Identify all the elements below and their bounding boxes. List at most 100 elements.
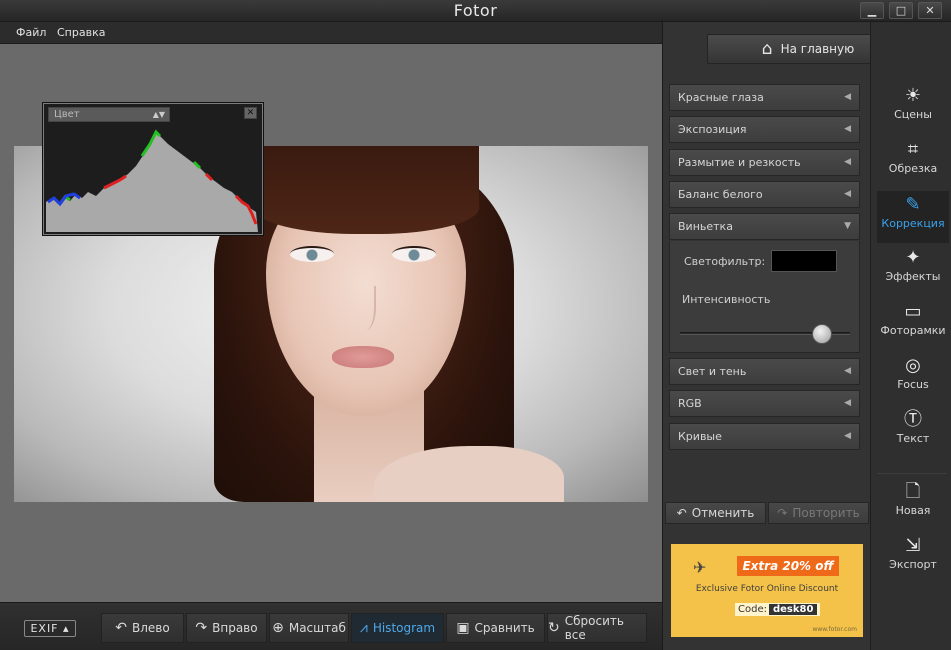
tool-crop[interactable]: ⌗ Обрезка: [877, 136, 949, 188]
menu-help[interactable]: Справка: [57, 26, 105, 39]
tool-crop-label: Обрезка: [888, 162, 938, 175]
tool-effects[interactable]: ✦ Эффекты: [877, 244, 949, 296]
histogram-luminance-area: [46, 132, 258, 232]
tool-effects-label: Эффекты: [885, 270, 941, 283]
airplane-icon: ✈: [693, 558, 707, 577]
section-vignette[interactable]: Виньетка ▼: [669, 213, 860, 240]
reset-all-button[interactable]: ↻ Сбросить все: [547, 613, 647, 643]
menu-file[interactable]: Файл: [16, 26, 46, 39]
compare-button[interactable]: ▣ Сравнить: [446, 613, 545, 643]
tool-scenes[interactable]: ☀ Сцены: [877, 82, 949, 134]
intensity-slider-thumb[interactable]: [812, 324, 832, 344]
photo-nose: [356, 286, 376, 330]
maximize-button[interactable]: □: [889, 2, 913, 19]
histogram-channel-value: Цвет: [54, 109, 80, 120]
redo-label: Повторить: [792, 506, 860, 520]
collapse-arrow-icon: ◀: [844, 124, 851, 134]
undo-button[interactable]: ↶ Отменить: [665, 502, 766, 524]
section-white-balance[interactable]: Баланс белого ◀: [669, 181, 860, 208]
minimize-button[interactable]: ▁: [860, 2, 884, 19]
promo-code-value: desk80: [768, 604, 818, 615]
section-blur-sharpness[interactable]: Размытие и резкость ◀: [669, 149, 860, 176]
tool-export[interactable]: ⇲ Экспорт: [877, 532, 949, 584]
section-curves[interactable]: Кривые ◀: [669, 423, 860, 450]
section-curves-label: Кривые: [678, 430, 722, 443]
rotate-left-label: Влево: [132, 621, 170, 635]
histogram-channel-select[interactable]: Цвет ▲▼: [48, 107, 170, 122]
tool-focus[interactable]: ◎ Focus: [877, 352, 949, 404]
app-title: Fotor: [453, 1, 498, 20]
reset-all-label: Сбросить все: [564, 614, 624, 642]
tool-frames-label: Фоторамки: [880, 324, 946, 337]
promo-banner[interactable]: ✈ Extra 20% off Exclusive Fotor Online D…: [671, 544, 863, 637]
collapse-arrow-icon: ◀: [844, 157, 851, 167]
section-blur-sharpness-label: Размытие и резкость: [678, 156, 801, 169]
photo-eye-left: [290, 246, 334, 262]
rotate-left-icon: ↶: [115, 620, 128, 636]
section-light-shadow[interactable]: Свет и тень ◀: [669, 358, 860, 385]
tool-text[interactable]: Ⓣ Текст: [877, 406, 949, 458]
section-rgb[interactable]: RGB ◀: [669, 390, 860, 417]
histogram-close-button[interactable]: ✕: [244, 107, 257, 119]
adjustment-panel: ⌂ На главную Красные глаза ◀ Экспозиция …: [662, 22, 909, 650]
rotate-right-button[interactable]: ↷ Вправо: [186, 613, 267, 643]
bottom-toolbar: EXIF ▴ ↶ Влево ↷ Вправо ⊕ Масштаб ⩘ Hist…: [0, 602, 662, 650]
frame-icon: ▭: [904, 301, 922, 322]
title-bar: Fotor ▁ □ ✕: [0, 0, 951, 22]
tool-correction[interactable]: ✎ Коррекция: [877, 191, 949, 243]
sparkle-icon: ✦: [905, 247, 921, 268]
zoom-label: Масштаб: [288, 621, 346, 635]
promo-offer: Extra 20% off: [737, 556, 839, 576]
image-canvas[interactable]: Цвет ▲▼ ✕: [0, 44, 662, 602]
rotate-left-button[interactable]: ↶ Влево: [101, 613, 184, 643]
redo-button[interactable]: ↷ Повторить: [768, 502, 869, 524]
tool-focus-label: Focus: [897, 378, 929, 391]
photo-lips: [332, 346, 394, 368]
focus-icon: ◎: [905, 355, 921, 376]
histogram-label: Histogram: [372, 621, 436, 635]
zoom-button[interactable]: ⊕ Масштаб: [269, 613, 349, 643]
undo-icon: ↶: [676, 506, 687, 520]
tool-correction-label: Коррекция: [881, 217, 945, 230]
tool-scenes-label: Сцены: [894, 108, 932, 121]
section-light-shadow-label: Свет и тень: [678, 365, 747, 378]
sun-icon: ☀: [904, 85, 922, 106]
close-button[interactable]: ✕: [918, 2, 942, 19]
promo-code: Code: desk80: [735, 603, 821, 616]
tool-new[interactable]: 🗋 Новая: [877, 478, 949, 530]
expand-arrow-icon: ▼: [844, 221, 851, 231]
collapse-arrow-icon: ◀: [844, 92, 851, 102]
collapse-arrow-icon: ◀: [844, 189, 851, 199]
section-red-eye-label: Красные глаза: [678, 91, 764, 104]
tool-frames[interactable]: ▭ Фоторамки: [877, 298, 949, 350]
collapse-arrow-icon: ◀: [844, 366, 851, 376]
promo-line: Exclusive Fotor Online Discount: [695, 584, 839, 594]
histogram-panel[interactable]: Цвет ▲▼ ✕: [43, 103, 263, 235]
new-file-icon: 🗋: [905, 481, 921, 502]
updown-arrow-icon: ▲▼: [152, 110, 165, 119]
tool-export-label: Экспорт: [889, 558, 937, 571]
pencil-icon: ✎: [905, 194, 921, 215]
section-exposure[interactable]: Экспозиция ◀: [669, 116, 860, 143]
compare-icon: ▣: [456, 620, 470, 636]
redo-icon: ↷: [777, 506, 788, 520]
rotate-right-label: Вправо: [212, 621, 258, 635]
exif-button[interactable]: EXIF ▴: [24, 620, 76, 637]
collapse-arrow-icon: ◀: [844, 398, 851, 408]
section-exposure-label: Экспозиция: [678, 123, 747, 136]
vignette-settings: Светофильтр: Интенсивность: [669, 241, 860, 353]
section-white-balance-label: Баланс белого: [678, 188, 763, 201]
section-vignette-label: Виньетка: [678, 220, 733, 233]
reset-icon: ↻: [548, 620, 560, 636]
filter-color-swatch[interactable]: [771, 250, 837, 272]
histogram-button[interactable]: ⩘ Histogram: [351, 613, 444, 643]
home-icon: ⌂: [761, 39, 773, 59]
collapse-arrow-icon: ◀: [844, 431, 851, 441]
section-red-eye[interactable]: Красные глаза ◀: [669, 84, 860, 111]
fotor-window: Fotor ▁ □ ✕ Файл Справка Цвет ▲▼ ✕ EXIF …: [0, 0, 951, 650]
rotate-right-icon: ↷: [195, 620, 208, 636]
text-icon: Ⓣ: [904, 409, 922, 430]
undo-label: Отменить: [691, 506, 755, 520]
intensity-slider[interactable]: [680, 324, 850, 344]
photo-eye-right: [392, 246, 436, 262]
